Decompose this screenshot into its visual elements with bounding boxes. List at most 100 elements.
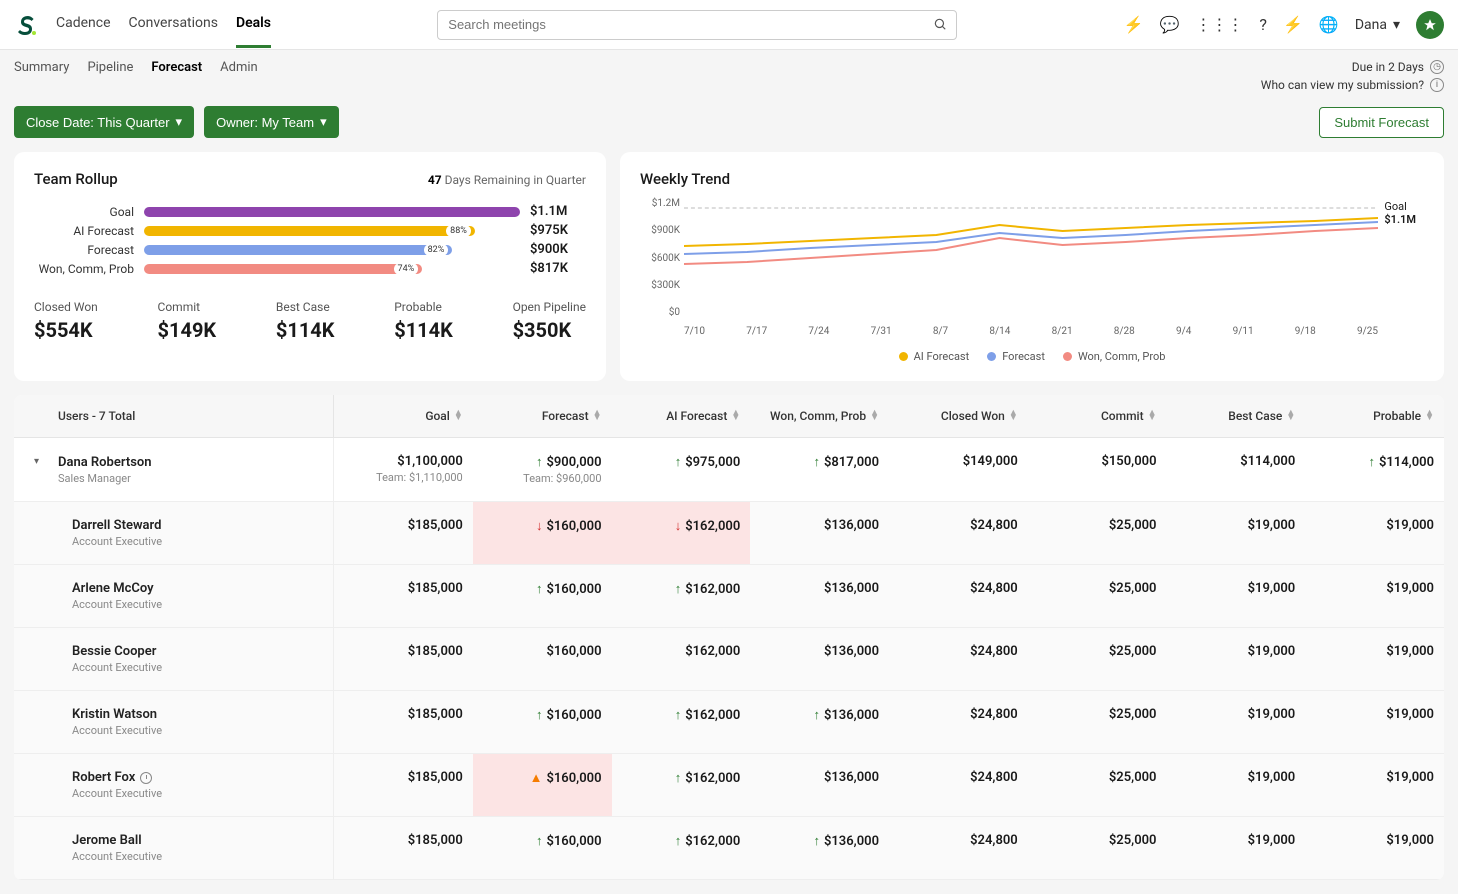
- table-row[interactable]: Bessie Cooper Account Executive$185,000$…: [14, 628, 1444, 691]
- col-header[interactable]: Best Case▲▼: [1167, 395, 1306, 437]
- chat-icon[interactable]: 💬: [1159, 15, 1179, 34]
- subnav: Summary Pipeline Forecast Admin Due in 2…: [0, 50, 1458, 100]
- arrow-up-icon: ↑: [536, 455, 543, 470]
- cell-value: $19,000: [1305, 691, 1444, 753]
- trend-chart: [684, 198, 1378, 318]
- user-menu[interactable]: Dana ▾: [1355, 17, 1400, 33]
- cell-value: $19,000: [1167, 691, 1306, 753]
- user-name: Arlene McCoy: [72, 581, 323, 596]
- stat-label: Commit: [158, 300, 217, 314]
- topbar: Cadence Conversations Deals ⚡ 💬 ⋮⋮⋮ ? ⚡ …: [0, 0, 1458, 50]
- rollup-bar: Goal $1.1M: [34, 204, 586, 219]
- cell-value: $185,000: [334, 691, 473, 753]
- bar-value: $975K: [530, 223, 586, 238]
- col-header[interactable]: AI Forecast▲▼: [612, 395, 751, 437]
- chevron-down-icon: ▾: [176, 114, 183, 130]
- globe-icon[interactable]: 🌐: [1319, 15, 1339, 34]
- sort-icon: ▲▼: [1286, 411, 1295, 421]
- cell-value: $185,000: [334, 628, 473, 690]
- cell-value: $160,000: [473, 628, 612, 690]
- cell-value: $136,000: [750, 754, 889, 816]
- legend-dot: [899, 352, 908, 361]
- table-row[interactable]: Arlene McCoy Account Executive$185,000↑$…: [14, 565, 1444, 628]
- arrow-up-icon: ↑: [675, 834, 682, 849]
- rollup-bar: Forecast 82% $900K: [34, 242, 586, 257]
- cell-value: $185,000: [334, 817, 473, 879]
- cell-value: ↓$162,000: [612, 502, 751, 564]
- table-row[interactable]: Robert Fox Account Executive$185,000▲$16…: [14, 754, 1444, 817]
- cell-value: ↑$114,000: [1305, 438, 1444, 501]
- expand-icon[interactable]: ▾: [34, 456, 39, 467]
- nav-cadence[interactable]: Cadence: [56, 1, 111, 48]
- help-icon[interactable]: ?: [1259, 15, 1267, 34]
- col-header[interactable]: Won, Comm, Prob▲▼: [750, 395, 889, 437]
- cell-value: $150,000: [1028, 438, 1167, 501]
- table-row[interactable]: ▾ Dana Robertson Sales Manager$1,100,000…: [14, 438, 1444, 502]
- bar-value: $817K: [530, 261, 586, 276]
- tab-forecast[interactable]: Forecast: [151, 60, 202, 75]
- cell-value: $24,800: [889, 628, 1028, 690]
- topbar-actions: ⚡ 💬 ⋮⋮⋮ ? ⚡ 🌐 Dana ▾: [1124, 11, 1444, 39]
- user-name: Dana Robertson: [58, 455, 323, 470]
- cell-value: $1,100,000Team: $1,110,000: [334, 438, 473, 501]
- col-header[interactable]: Commit▲▼: [1028, 395, 1167, 437]
- launch-button[interactable]: [1416, 11, 1444, 39]
- info-icon[interactable]: i: [1430, 78, 1444, 92]
- table-row[interactable]: Jerome Ball Account Executive$185,000↑$1…: [14, 817, 1444, 880]
- filter-close-date[interactable]: Close Date: This Quarter ▾: [14, 106, 194, 138]
- arrow-down-icon: ↓: [675, 519, 682, 534]
- cell-value: ↑$160,000: [473, 817, 612, 879]
- bar-badge: 82%: [424, 244, 449, 256]
- cell-value: ↑$136,000: [750, 691, 889, 753]
- col-header[interactable]: Closed Won▲▼: [889, 395, 1028, 437]
- apps-icon[interactable]: ⋮⋮⋮: [1195, 15, 1243, 34]
- search-input[interactable]: [437, 10, 957, 40]
- cell-value: $24,800: [889, 565, 1028, 627]
- col-header[interactable]: Goal▲▼: [334, 395, 473, 437]
- cell-value: $24,800: [889, 691, 1028, 753]
- table-row[interactable]: Kristin Watson Account Executive$185,000…: [14, 691, 1444, 754]
- legend-item: Forecast: [987, 350, 1045, 363]
- legend-dot: [1063, 352, 1072, 361]
- sort-icon: ▲▼: [593, 411, 602, 421]
- cell-value: $25,000: [1028, 628, 1167, 690]
- activity-icon[interactable]: ⚡: [1124, 15, 1144, 34]
- tab-admin[interactable]: Admin: [220, 60, 258, 75]
- search-icon[interactable]: [933, 17, 947, 35]
- bar-label: AI Forecast: [34, 224, 134, 238]
- nav-conversations[interactable]: Conversations: [129, 1, 218, 48]
- col-header[interactable]: Forecast▲▼: [473, 395, 612, 437]
- stat-value: $149K: [158, 318, 217, 342]
- stat-value: $114K: [394, 318, 453, 342]
- user-name: Dana: [1355, 17, 1387, 33]
- cell-value: $19,000: [1167, 754, 1306, 816]
- col-header[interactable]: Probable▲▼: [1305, 395, 1444, 437]
- bolt-icon[interactable]: ⚡: [1283, 15, 1303, 34]
- cell-name: Robert Fox Account Executive: [14, 754, 334, 816]
- stat: Open Pipeline$350K: [513, 300, 586, 342]
- stat-label: Best Case: [276, 300, 335, 314]
- goal-label: Goal $1.1M: [1384, 200, 1416, 226]
- cell-value: $24,800: [889, 754, 1028, 816]
- table-row[interactable]: Darrell Steward Account Executive$185,00…: [14, 502, 1444, 565]
- bar-badge: 88%: [446, 225, 471, 237]
- legend-item: Won, Comm, Prob: [1063, 350, 1165, 363]
- tab-summary[interactable]: Summary: [14, 60, 69, 75]
- days-remaining: 47 Days Remaining in Quarter: [428, 173, 586, 187]
- filter-owner[interactable]: Owner: My Team ▾: [204, 106, 339, 138]
- stat-label: Closed Won: [34, 300, 98, 314]
- bar-value: $900K: [530, 242, 586, 257]
- col-users[interactable]: Users - 7 Total: [14, 395, 334, 437]
- bar-label: Forecast: [34, 243, 134, 257]
- cell-value: $136,000: [750, 502, 889, 564]
- arrow-up-icon: ↑: [675, 771, 682, 786]
- cell-value: ↑$162,000: [612, 754, 751, 816]
- stat: Probable$114K: [394, 300, 453, 342]
- cell-value: $25,000: [1028, 754, 1167, 816]
- submit-forecast-button[interactable]: Submit Forecast: [1319, 107, 1444, 138]
- rollup-bar: AI Forecast 88% $975K: [34, 223, 586, 238]
- arrow-up-icon: ↑: [813, 708, 820, 723]
- who-can-view-link[interactable]: Who can view my submission?: [1261, 78, 1424, 92]
- tab-pipeline[interactable]: Pipeline: [87, 60, 133, 75]
- nav-deals[interactable]: Deals: [236, 1, 271, 48]
